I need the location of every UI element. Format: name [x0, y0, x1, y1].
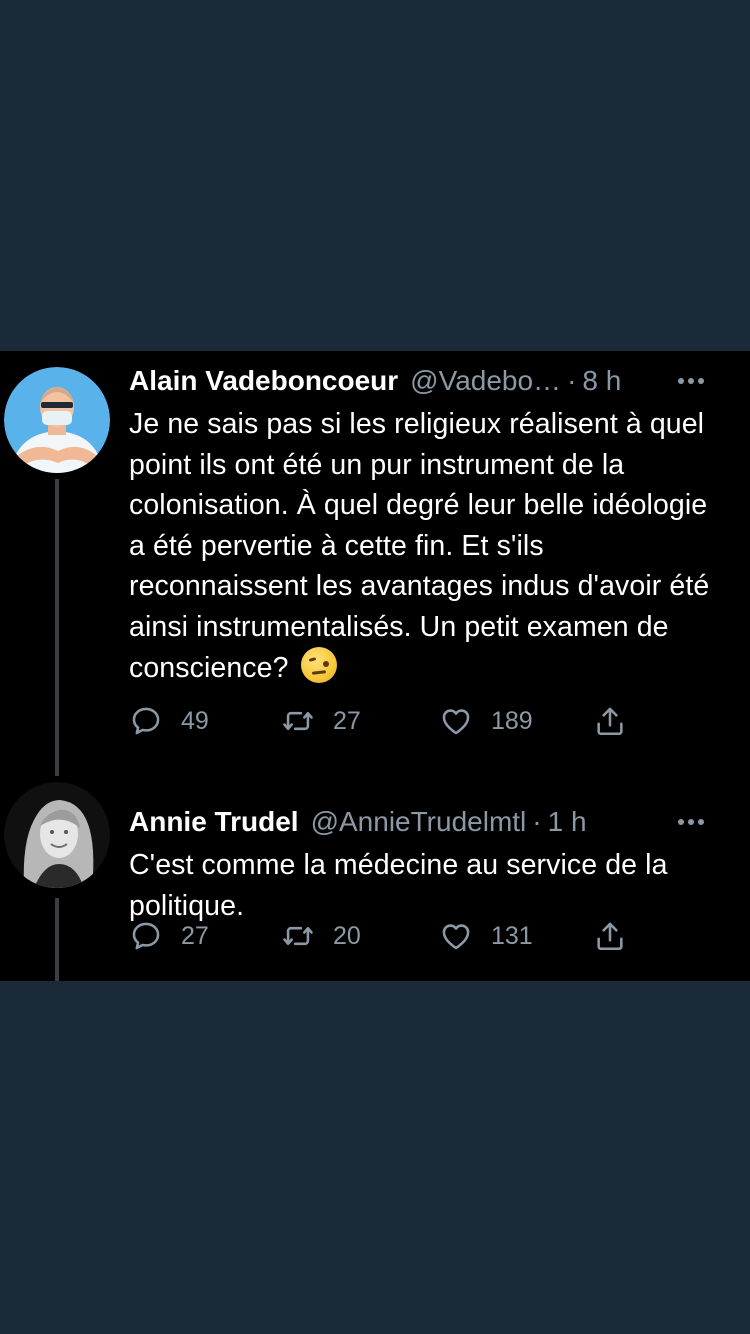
like-button[interactable]: 131 [439, 916, 533, 956]
like-count: 189 [491, 706, 533, 735]
reply-count: 27 [181, 921, 209, 950]
reply-icon [132, 922, 160, 950]
reply-icon [132, 707, 160, 735]
separator: · [567, 365, 577, 396]
like-count: 131 [491, 921, 533, 950]
author-name[interactable]: Annie Trudel [129, 806, 299, 838]
like-icon [442, 709, 470, 735]
separator: · [532, 806, 542, 837]
share-icon [597, 707, 623, 736]
author-handle[interactable]: @Vadebo… [410, 365, 561, 397]
retweet-button[interactable]: 27 [281, 701, 361, 741]
tweet-text-content: Je ne sais pas si les religieux réalisen… [129, 408, 710, 684]
retweet-icon [283, 926, 313, 946]
like-button[interactable]: 189 [439, 701, 533, 741]
tweet-thread: Alain Vadeboncoeur @Vadebo… · 8 h Je ne … [0, 351, 750, 981]
tweet-actions: 27 20 131 [129, 916, 649, 956]
author-name[interactable]: Alain Vadeboncoeur [129, 365, 398, 397]
screenshot-page: Alain Vadeboncoeur @Vadebo… · 8 h Je ne … [0, 0, 750, 1334]
tweet-text: Je ne sais pas si les religieux réalisen… [129, 404, 720, 689]
more-icon[interactable] [678, 800, 704, 844]
share-button[interactable] [593, 701, 645, 741]
tweet-header: Alain Vadeboncoeur @Vadebo… · 8 h [129, 359, 730, 403]
like-icon [442, 924, 470, 950]
avatar-alain-image [4, 367, 110, 473]
more-icon[interactable] [678, 359, 704, 403]
tweet-header: Annie Trudel @AnnieTrudelmtl · 1 h [129, 800, 730, 844]
tweet-text: C'est comme la médecine au service de la… [129, 845, 720, 926]
avatar-annie-image [4, 782, 110, 888]
thread-connector-line [55, 479, 59, 776]
author-handle[interactable]: @AnnieTrudelmtl [311, 806, 527, 838]
retweet-count: 27 [333, 706, 361, 735]
retweet-button[interactable]: 20 [281, 916, 361, 956]
tweet-text-content: C'est comme la médecine au service de la… [129, 849, 668, 922]
face-with-raised-eyebrow-emoji-icon [300, 647, 337, 683]
timestamp[interactable]: 8 h [582, 365, 621, 397]
reply-count: 49 [181, 706, 209, 735]
tweet-actions: 49 27 189 [129, 701, 649, 741]
reply-button[interactable]: 27 [129, 916, 209, 956]
reply-button[interactable]: 49 [129, 701, 209, 741]
avatar[interactable] [4, 782, 110, 888]
retweet-count: 20 [333, 921, 361, 950]
timestamp[interactable]: 1 h [548, 806, 587, 838]
share-button[interactable] [593, 916, 645, 956]
share-icon [597, 922, 623, 951]
tweet[interactable]: Alain Vadeboncoeur @Vadebo… · 8 h Je ne … [0, 351, 750, 776]
retweet-icon [283, 711, 313, 731]
thread-connector-line [55, 898, 59, 981]
avatar[interactable] [4, 367, 110, 473]
